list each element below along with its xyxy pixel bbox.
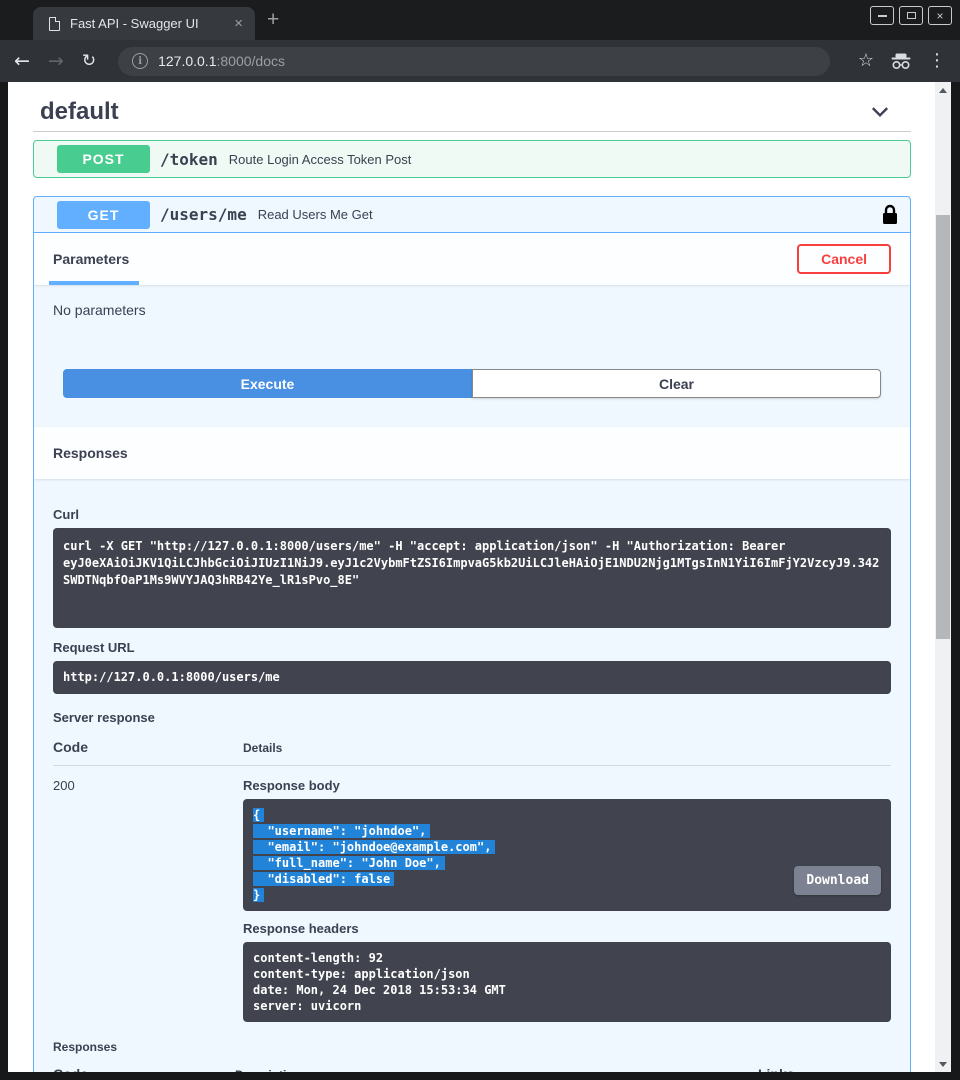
- links-column-header: Links: [758, 1066, 891, 1072]
- server-response-label: Server response: [53, 710, 891, 725]
- responses-header-band: Responses: [34, 427, 910, 479]
- window-close-button[interactable]: ×: [928, 6, 952, 25]
- url-path: :8000/docs: [216, 53, 285, 69]
- tab-close-icon[interactable]: ×: [232, 16, 245, 31]
- selected-json-line: "username": "johndoe",: [253, 824, 430, 838]
- response-header-line: server: uvicorn: [253, 998, 881, 1014]
- cancel-button[interactable]: Cancel: [797, 244, 891, 274]
- browser-titlebar: Fast API - Swagger UI × + ×: [0, 0, 960, 40]
- response-details: Response body { "username": "johndoe", "…: [243, 778, 891, 1022]
- description-column-header: Description: [235, 1068, 758, 1072]
- response-header-line: content-length: 92: [253, 950, 881, 966]
- request-url-block: http://127.0.0.1:8000/users/me: [53, 661, 891, 694]
- incognito-icon: [890, 53, 912, 70]
- swagger-page: default POST /token Route Login Access T…: [8, 82, 935, 1072]
- maximize-icon: [907, 12, 916, 19]
- window-maximize-button[interactable]: [899, 6, 923, 25]
- curl-label: Curl: [53, 507, 891, 522]
- response-code: 200: [53, 778, 243, 1022]
- chevron-down-icon[interactable]: [869, 101, 891, 123]
- documented-responses-label: Responses: [53, 1040, 891, 1054]
- section-title: default: [40, 98, 119, 126]
- response-body-block: { "username": "johndoe", "email": "johnd…: [243, 799, 891, 911]
- curl-command-block: curl -X GET "http://127.0.0.1:8000/users…: [53, 528, 891, 628]
- response-body-label: Response body: [243, 778, 891, 793]
- documented-responses-table-header: Code Description Links: [53, 1066, 891, 1072]
- browser-menu-icon[interactable]: ⋮: [928, 52, 946, 70]
- server-response-row: 200 Response body { "username": "johndoe…: [53, 766, 891, 1022]
- tag-section-header[interactable]: default: [33, 82, 911, 132]
- forward-icon: →: [48, 52, 64, 71]
- response-headers-lines: content-length: 92content-type: applicat…: [253, 950, 881, 1014]
- method-badge-post: POST: [57, 145, 150, 173]
- page-viewport: default POST /token Route Login Access T…: [8, 82, 951, 1072]
- endpoint-post-summary[interactable]: POST /token Route Login Access Token Pos…: [34, 141, 910, 177]
- window-controls: ×: [870, 6, 952, 25]
- selected-json-line: "email": "johndoe@example.com",: [253, 840, 495, 854]
- responses-title: Responses: [53, 445, 128, 461]
- scrollbar-thumb[interactable]: [936, 215, 950, 639]
- tab-title: Fast API - Swagger UI: [70, 16, 232, 31]
- parameters-tab-label: Parameters: [53, 251, 129, 267]
- selected-json-line: "full_name": "John Doe",: [253, 856, 445, 870]
- clear-button[interactable]: Clear: [472, 369, 881, 398]
- download-button[interactable]: Download: [794, 866, 881, 895]
- execute-button[interactable]: Execute: [63, 369, 472, 398]
- response-header-line: date: Mon, 24 Dec 2018 15:53:34 GMT: [253, 982, 881, 998]
- tab-parameters[interactable]: Parameters: [53, 233, 129, 285]
- server-response-table-header: Code Details: [53, 739, 891, 766]
- back-icon[interactable]: ←: [14, 52, 30, 71]
- active-tab-underline: [49, 281, 139, 285]
- parameters-header-band: Parameters Cancel: [34, 233, 910, 285]
- reload-icon[interactable]: ↻: [82, 53, 96, 70]
- method-badge-get: GET: [57, 201, 150, 229]
- endpoint-get-summary[interactable]: GET /users/me Read Users Me Get: [34, 197, 910, 233]
- endpoint-path: /token: [160, 150, 218, 169]
- browser-toolbar: ← → ↻ i 127.0.0.1:8000/docs ☆ ⋮: [0, 40, 960, 82]
- page-scrollbar[interactable]: [935, 82, 951, 1072]
- minimize-icon: [878, 15, 887, 17]
- scroll-up-arrow-icon[interactable]: [935, 82, 951, 98]
- response-header-line: content-type: application/json: [253, 966, 881, 982]
- selected-json-line: {: [253, 808, 264, 822]
- response-body-json: { "username": "johndoe", "email": "johnd…: [253, 807, 881, 903]
- code-column-header: Code: [53, 739, 243, 755]
- browser-tab[interactable]: Fast API - Swagger UI ×: [33, 7, 255, 40]
- document-icon: [49, 17, 60, 31]
- code-column-header: Code: [53, 1066, 235, 1072]
- endpoint-path: /users/me: [160, 205, 247, 224]
- response-headers-label: Response headers: [243, 921, 891, 936]
- bookmark-star-icon[interactable]: ☆: [858, 52, 874, 70]
- endpoint-post-token: POST /token Route Login Access Token Pos…: [33, 140, 911, 178]
- scroll-down-arrow-icon[interactable]: [935, 1056, 951, 1072]
- address-bar[interactable]: i 127.0.0.1:8000/docs: [118, 47, 830, 76]
- page-info-icon[interactable]: i: [132, 53, 148, 69]
- endpoint-summary-text: Route Login Access Token Post: [229, 152, 412, 167]
- execute-row: Execute Clear: [34, 369, 910, 398]
- responses-content: Curl curl -X GET "http://127.0.0.1:8000/…: [34, 479, 910, 1072]
- new-tab-button[interactable]: +: [267, 8, 279, 32]
- details-column-header: Details: [243, 741, 891, 755]
- request-url-label: Request URL: [53, 640, 891, 655]
- endpoint-get-users-me: GET /users/me Read Users Me Get Paramete…: [33, 196, 911, 1072]
- response-headers-block: content-length: 92content-type: applicat…: [243, 942, 891, 1022]
- selected-json-line: "disabled": false: [253, 872, 394, 886]
- selected-json-line: }: [253, 888, 264, 902]
- window-minimize-button[interactable]: [870, 6, 894, 25]
- endpoint-summary-text: Read Users Me Get: [258, 207, 373, 222]
- no-parameters-text: No parameters: [34, 285, 910, 318]
- auth-lock-icon[interactable]: [882, 204, 898, 225]
- url-host: 127.0.0.1: [158, 53, 216, 69]
- url-text: 127.0.0.1:8000/docs: [158, 53, 285, 69]
